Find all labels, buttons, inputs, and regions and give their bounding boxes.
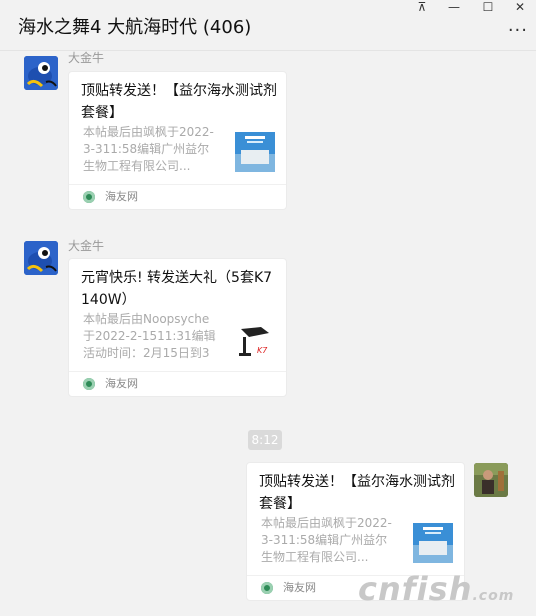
chat-title: 海水之舞4 大航海时代 (406) [18, 17, 252, 38]
link-card[interactable]: 顶贴转发送！【益尔海水测试剂套餐】 本帖最后由飒枫于2022-3-311:58编… [68, 71, 287, 210]
sender-name: 大金牛 [68, 51, 105, 65]
maximize-button[interactable]: ☐ [478, 0, 498, 14]
watermark-main: cnfish [358, 570, 473, 608]
card-description: 本帖最后由飒枫于2022-3-311:58编辑广州益尔生物工程有限公司... [261, 516, 392, 564]
watermark-suffix: .com [472, 588, 515, 604]
card-title: 元宵快乐! 转发送大礼（5套K7 140W） [81, 270, 273, 308]
sender-name: 大金牛 [68, 239, 105, 253]
card-description: 本帖最后由Noopsyche于2022-2-1511:31编辑活动时间：2月15… [83, 312, 216, 360]
card-title: 顶贴转发送！【益尔海水测试剂套餐】 [259, 474, 455, 512]
pin-icon[interactable]: ⊼ [412, 0, 432, 14]
timestamp-badge: 8:12 [248, 430, 282, 450]
card-description: 本帖最后由飒枫于2022-3-311:58编辑广州益尔生物工程有限公司... [83, 125, 214, 173]
link-card[interactable]: 元宵快乐! 转发送大礼（5套K7 140W） 本帖最后由Noopsyche于20… [68, 258, 287, 397]
source-name: 海友网 [105, 190, 138, 203]
source-name: 海友网 [105, 377, 138, 390]
fish-avatar-icon [24, 56, 58, 90]
card-footer: 海友网 [69, 184, 286, 209]
avatar[interactable] [474, 463, 508, 497]
card-thumbnail [413, 523, 453, 563]
source-name: 海友网 [283, 581, 316, 594]
svg-text:K7: K7 [257, 346, 268, 355]
card-title: 顶贴转发送！【益尔海水测试剂套餐】 [81, 83, 277, 121]
card-thumbnail: K7 [235, 319, 275, 359]
more-options-icon[interactable]: ··· [508, 22, 528, 40]
avatar[interactable] [24, 56, 58, 90]
source-logo-icon [261, 582, 273, 594]
minimize-button[interactable]: — [444, 0, 464, 14]
fish-avatar-icon [24, 241, 58, 275]
source-logo-icon [83, 191, 95, 203]
source-logo-icon [83, 378, 95, 390]
card-thumbnail [235, 132, 275, 172]
avatar[interactable] [24, 241, 58, 275]
person-photo-avatar-icon [474, 463, 508, 497]
close-button[interactable]: ✕ [510, 0, 530, 14]
title-bar: 海水之舞4 大航海时代 (406) ⊼ — ☐ ✕ ··· [0, 0, 536, 51]
message-list[interactable]: 大金牛 顶贴转发送！【益尔海水测试剂套餐】 本帖最后由飒枫于2022-3-311… [0, 51, 536, 616]
card-footer: 海友网 [69, 371, 286, 396]
watermark: cnfish.com [358, 570, 514, 608]
